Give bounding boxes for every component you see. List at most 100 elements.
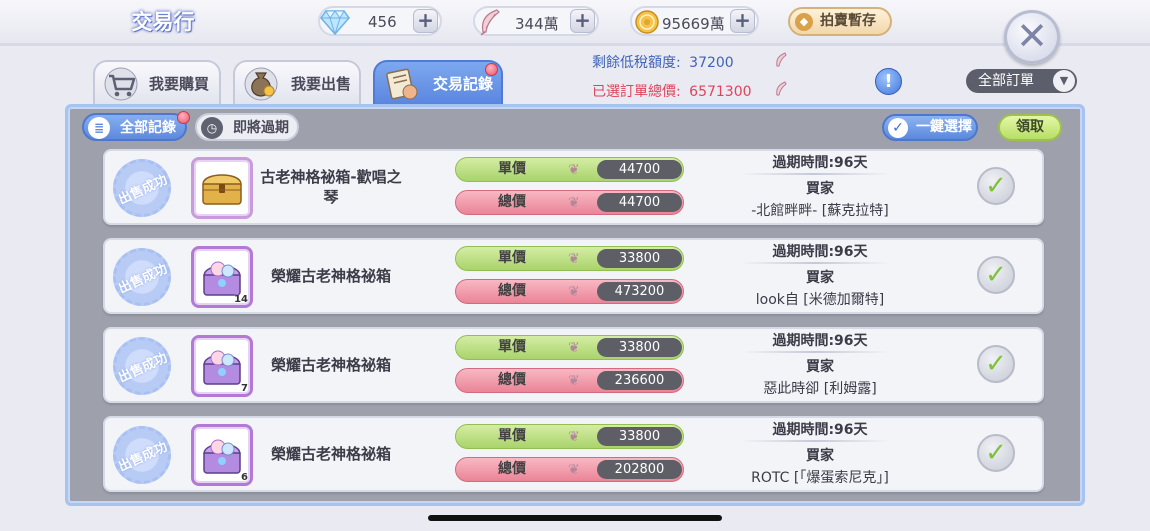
divider xyxy=(740,262,890,264)
total-price-label: 總價 xyxy=(498,372,526,388)
feather-icon: ❦ xyxy=(568,162,580,178)
divider xyxy=(740,351,890,353)
divider xyxy=(740,440,890,442)
unit-price-label: 單價 xyxy=(498,161,526,177)
filter-all-label: 全部記錄 xyxy=(120,120,176,136)
feather-icon: ❦ xyxy=(568,373,580,389)
unit-price-value: 33800 xyxy=(597,427,682,446)
selected-total-info: 已選訂單總價: 6571300 xyxy=(592,81,752,101)
auction-icon: ◆ xyxy=(795,13,813,31)
unit-price-value: 33800 xyxy=(597,249,682,268)
close-button[interactable]: ✕ xyxy=(1004,10,1060,64)
sold-stamp: 出售成功 xyxy=(103,149,181,227)
unit-price-row: 單價 ❦ 33800 xyxy=(455,424,684,449)
zeny-currency: 95669萬 + xyxy=(630,6,759,36)
buyer-name: look自 [米德加爾特] xyxy=(755,292,885,308)
buyer-label: 買家 xyxy=(806,359,834,375)
treasure-chest-icon xyxy=(202,174,242,205)
select-checkbox[interactable]: ✓ xyxy=(977,256,1015,294)
add-feather-button[interactable]: + xyxy=(570,9,595,33)
page-title: 交易行 xyxy=(131,10,195,34)
select-checkbox[interactable]: ✓ xyxy=(977,167,1015,205)
total-price-value: 202800 xyxy=(597,460,682,479)
coin-icon xyxy=(630,5,664,39)
notification-dot xyxy=(177,111,190,124)
select-checkbox[interactable]: ✓ xyxy=(977,434,1015,472)
buyer-name: 惡此時卻 [利姆露] xyxy=(763,381,877,397)
buyer-label: 買家 xyxy=(806,181,834,197)
money-bag-icon xyxy=(241,64,281,104)
cart-icon xyxy=(101,64,141,104)
feather-icon: ❦ xyxy=(568,340,580,356)
total-price-value: 473200 xyxy=(597,282,682,301)
expiry-time: 過期時間:96天 xyxy=(772,244,868,260)
selected-total-label: 已選訂單總價: xyxy=(592,84,681,100)
buyer-name: ROTC [「爆蛋索尼克」] xyxy=(751,470,889,486)
sold-stamp: 出售成功 xyxy=(103,416,181,494)
feather-icon: ❦ xyxy=(568,284,580,300)
select-checkbox[interactable]: ✓ xyxy=(977,345,1015,383)
filter-expiring[interactable]: ◷ 即將過期 xyxy=(195,113,299,141)
record-row[interactable]: 出售成功 古老神格祕箱-歡唱之琴 單價 ❦ 44700 總價 ❦ 44700 過… xyxy=(103,149,1044,227)
auction-storage-button[interactable]: ◆ 拍賣暫存 xyxy=(788,7,892,36)
total-price-value: 236600 xyxy=(597,371,682,390)
chevron-down-icon: ▼ xyxy=(1053,70,1075,92)
feather-value: 344萬 xyxy=(515,15,559,33)
expiry-time: 過期時間:96天 xyxy=(772,155,868,171)
add-zeny-button[interactable]: + xyxy=(730,9,755,33)
tab-trade-record[interactable]: 交易記錄 xyxy=(373,60,503,104)
unit-price-label: 單價 xyxy=(498,250,526,266)
filter-all-records[interactable]: ≣ 全部記錄 xyxy=(82,113,187,141)
item-name: 古老神格祕箱-歡唱之琴 xyxy=(260,168,402,206)
feather-icon xyxy=(473,5,507,39)
expiry-time: 過期時間:96天 xyxy=(772,333,868,349)
total-price-label: 總價 xyxy=(498,194,526,210)
feather-icon: ❦ xyxy=(568,462,580,478)
order-filter-selected: 全部訂單 xyxy=(978,73,1034,89)
tax-quota-value: 37200 xyxy=(689,55,734,71)
buyer-name: -北館畔畔- [蘇克拉特] xyxy=(751,203,889,219)
order-filter-dropdown[interactable]: 全部訂單 ▼ xyxy=(966,69,1077,93)
item-count: 7 xyxy=(241,383,248,394)
item-slot[interactable] xyxy=(191,157,253,219)
tab-sell[interactable]: 我要出售 xyxy=(233,60,361,104)
diamond-value: 456 xyxy=(368,13,397,31)
unit-price-label: 單價 xyxy=(498,339,526,355)
total-price-row: 總價 ❦ 44700 xyxy=(455,190,684,215)
help-icon[interactable]: ! xyxy=(875,68,902,95)
unit-price-label: 單價 xyxy=(498,428,526,444)
add-diamond-button[interactable]: + xyxy=(413,9,438,33)
feather-icon: ❦ xyxy=(568,429,580,445)
record-row[interactable]: 出售成功 7 榮耀古老神格祕箱 單價 ❦ 33800 總價 ❦ 236600 過… xyxy=(103,327,1044,405)
filter-expiring-label: 即將過期 xyxy=(233,120,289,136)
feather-icon: ❦ xyxy=(568,251,580,267)
tab-sell-label: 我要出售 xyxy=(291,75,352,93)
item-name: 榮耀古老神格祕箱 xyxy=(270,445,391,463)
item-name: 榮耀古老神格祕箱 xyxy=(270,267,391,285)
item-slot[interactable]: 14 xyxy=(191,246,253,308)
tab-buy-label: 我要購買 xyxy=(149,75,210,93)
total-price-row: 總價 ❦ 202800 xyxy=(455,457,684,482)
one-click-select-button[interactable]: ✓ 一鍵選擇 xyxy=(882,114,978,141)
home-indicator[interactable] xyxy=(428,515,722,521)
close-icon: ✕ xyxy=(1016,14,1048,58)
buyer-label: 買家 xyxy=(806,270,834,286)
checkmark-icon: ✓ xyxy=(888,118,908,138)
record-row[interactable]: 出售成功 6 榮耀古老神格祕箱 單價 ❦ 33800 總價 ❦ 202800 過… xyxy=(103,416,1044,494)
item-count: 6 xyxy=(241,472,248,483)
claim-button[interactable]: 領取 xyxy=(998,114,1062,141)
item-slot[interactable]: 6 xyxy=(191,424,253,486)
unit-price-row: 單價 ❦ 33800 xyxy=(455,246,684,271)
total-price-row: 總價 ❦ 236600 xyxy=(455,368,684,393)
divider xyxy=(740,173,890,175)
feather-currency: 344萬 + xyxy=(473,6,599,36)
record-row[interactable]: 出售成功 14 榮耀古老神格祕箱 單價 ❦ 33800 總價 ❦ 473200 … xyxy=(103,238,1044,316)
clock-icon: ◷ xyxy=(201,117,223,139)
list-icon: ≣ xyxy=(88,117,110,139)
tab-buy[interactable]: 我要購買 xyxy=(93,60,221,104)
sold-stamp: 出售成功 xyxy=(103,238,181,316)
record-icon xyxy=(381,64,421,104)
item-slot[interactable]: 7 xyxy=(191,335,253,397)
diamond-icon xyxy=(318,5,352,39)
selected-total-value: 6571300 xyxy=(689,84,752,100)
